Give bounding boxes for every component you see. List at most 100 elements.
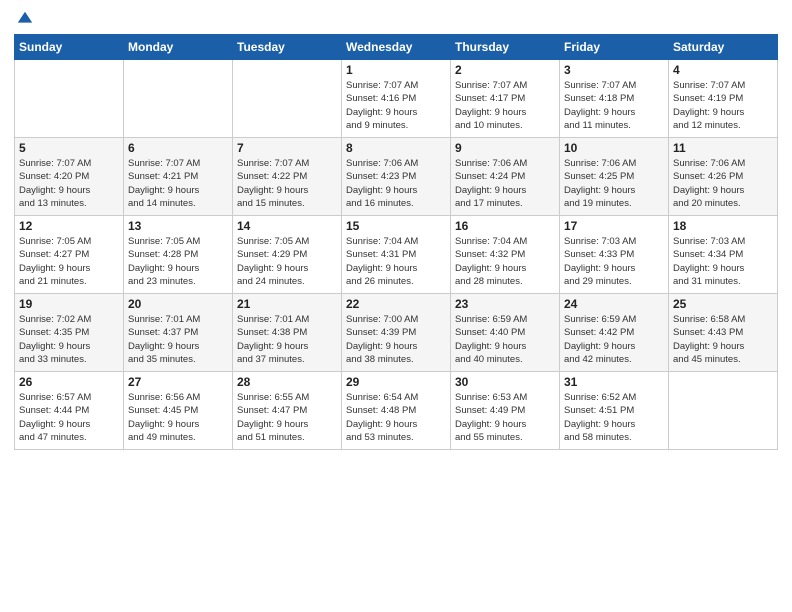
day-number: 17 (564, 219, 664, 233)
day-number: 18 (673, 219, 773, 233)
day-info: Sunrise: 7:02 AM Sunset: 4:35 PM Dayligh… (19, 313, 119, 366)
calendar-cell: 16 Sunrise: 7:04 AM Sunset: 4:32 PM Dayli… (451, 216, 560, 294)
calendar-cell: 30Sunrise: 6:53 AM Sunset: 4:49 PM Dayli… (451, 372, 560, 450)
day-info: Sunrise: 7:05 AM Sunset: 4:29 PM Dayligh… (237, 235, 337, 288)
day-info: Sunrise: 6:55 AM Sunset: 4:47 PM Dayligh… (237, 391, 337, 444)
day-number: 13 (128, 219, 228, 233)
day-info: Sunrise: 7:04 AM Sunset: 4:31 PM Dayligh… (346, 235, 446, 288)
day-info: Sunrise: 6:57 AM Sunset: 4:44 PM Dayligh… (19, 391, 119, 444)
day-number: 7 (237, 141, 337, 155)
day-info: Sunrise: 7:01 AM Sunset: 4:37 PM Dayligh… (128, 313, 228, 366)
calendar-cell: 19 Sunrise: 7:02 AM Sunset: 4:35 PM Dayli… (15, 294, 124, 372)
day-info: Sunrise: 6:58 AM Sunset: 4:43 PM Dayligh… (673, 313, 773, 366)
day-info: Sunrise: 7:07 AM Sunset: 4:20 PM Dayligh… (19, 157, 119, 210)
day-number: 21 (237, 297, 337, 311)
day-number: 9 (455, 141, 555, 155)
day-header-wednesday: Wednesday (342, 35, 451, 60)
day-number: 16 (455, 219, 555, 233)
calendar-cell: 8 Sunrise: 7:06 AM Sunset: 4:23 PM Daylig… (342, 138, 451, 216)
calendar-cell: 27Sunrise: 6:56 AM Sunset: 4:45 PM Dayli… (124, 372, 233, 450)
day-number: 31 (564, 375, 664, 389)
day-info: Sunrise: 6:56 AM Sunset: 4:45 PM Dayligh… (128, 391, 228, 444)
day-info: Sunrise: 7:06 AM Sunset: 4:25 PM Dayligh… (564, 157, 664, 210)
calendar-cell: 23Sunrise: 6:59 AM Sunset: 4:40 PM Dayli… (451, 294, 560, 372)
calendar-cell: 26 Sunrise: 6:57 AM Sunset: 4:44 PM Dayli… (15, 372, 124, 450)
calendar-cell: 29Sunrise: 6:54 AM Sunset: 4:48 PM Dayli… (342, 372, 451, 450)
day-info: Sunrise: 6:59 AM Sunset: 4:42 PM Dayligh… (564, 313, 664, 366)
day-info: Sunrise: 7:05 AM Sunset: 4:27 PM Dayligh… (19, 235, 119, 288)
day-number: 26 (19, 375, 119, 389)
day-info: Sunrise: 6:59 AM Sunset: 4:40 PM Dayligh… (455, 313, 555, 366)
day-info: Sunrise: 7:05 AM Sunset: 4:28 PM Dayligh… (128, 235, 228, 288)
calendar-week-3: 12 Sunrise: 7:05 AM Sunset: 4:27 PM Dayli… (15, 216, 778, 294)
header (14, 10, 778, 28)
logo (14, 10, 34, 28)
calendar-container: SundayMondayTuesdayWednesdayThursdayFrid… (0, 0, 792, 612)
calendar-cell: 18Sunrise: 7:03 AM Sunset: 4:34 PM Dayli… (669, 216, 778, 294)
calendar-cell: 6 Sunrise: 7:07 AM Sunset: 4:21 PM Daylig… (124, 138, 233, 216)
day-number: 15 (346, 219, 446, 233)
day-info: Sunrise: 7:03 AM Sunset: 4:33 PM Dayligh… (564, 235, 664, 288)
calendar-cell: 5 Sunrise: 7:07 AM Sunset: 4:20 PM Daylig… (15, 138, 124, 216)
calendar-cell: 4Sunrise: 7:07 AM Sunset: 4:19 PM Daylig… (669, 60, 778, 138)
calendar-cell: 22 Sunrise: 7:00 AM Sunset: 4:39 PM Dayli… (342, 294, 451, 372)
day-number: 29 (346, 375, 446, 389)
day-header-tuesday: Tuesday (233, 35, 342, 60)
calendar-week-1: 1 Sunrise: 7:07 AM Sunset: 4:16 PM Daylig… (15, 60, 778, 138)
day-number: 20 (128, 297, 228, 311)
day-header-thursday: Thursday (451, 35, 560, 60)
calendar-cell: 21 Sunrise: 7:01 AM Sunset: 4:38 PM Dayli… (233, 294, 342, 372)
day-number: 6 (128, 141, 228, 155)
calendar-cell: 13 Sunrise: 7:05 AM Sunset: 4:28 PM Dayli… (124, 216, 233, 294)
calendar-cell: 11 Sunrise: 7:06 AM Sunset: 4:26 PM Dayli… (669, 138, 778, 216)
day-number: 24 (564, 297, 664, 311)
day-info: Sunrise: 7:07 AM Sunset: 4:22 PM Dayligh… (237, 157, 337, 210)
day-info: Sunrise: 7:07 AM Sunset: 4:16 PM Dayligh… (346, 79, 446, 132)
calendar-week-5: 26 Sunrise: 6:57 AM Sunset: 4:44 PM Dayli… (15, 372, 778, 450)
day-info: Sunrise: 7:01 AM Sunset: 4:38 PM Dayligh… (237, 313, 337, 366)
calendar-cell: 31 Sunrise: 6:52 AM Sunset: 4:51 PM Dayli… (560, 372, 669, 450)
day-number: 8 (346, 141, 446, 155)
calendar-cell: 10 Sunrise: 7:06 AM Sunset: 4:25 PM Dayli… (560, 138, 669, 216)
logo-icon (16, 10, 34, 28)
day-number: 10 (564, 141, 664, 155)
calendar-cell (124, 60, 233, 138)
day-info: Sunrise: 7:07 AM Sunset: 4:21 PM Dayligh… (128, 157, 228, 210)
calendar-table: SundayMondayTuesdayWednesdayThursdayFrid… (14, 34, 778, 450)
calendar-week-2: 5 Sunrise: 7:07 AM Sunset: 4:20 PM Daylig… (15, 138, 778, 216)
calendar-cell: 15 Sunrise: 7:04 AM Sunset: 4:31 PM Dayli… (342, 216, 451, 294)
calendar-cell (233, 60, 342, 138)
day-number: 19 (19, 297, 119, 311)
day-header-saturday: Saturday (669, 35, 778, 60)
day-number: 5 (19, 141, 119, 155)
calendar-cell: 20 Sunrise: 7:01 AM Sunset: 4:37 PM Dayli… (124, 294, 233, 372)
day-info: Sunrise: 7:04 AM Sunset: 4:32 PM Dayligh… (455, 235, 555, 288)
day-header-sunday: Sunday (15, 35, 124, 60)
calendar-cell (15, 60, 124, 138)
calendar-cell (669, 372, 778, 450)
day-number: 1 (346, 63, 446, 77)
day-info: Sunrise: 6:52 AM Sunset: 4:51 PM Dayligh… (564, 391, 664, 444)
day-header-monday: Monday (124, 35, 233, 60)
day-number: 30 (455, 375, 555, 389)
day-info: Sunrise: 7:06 AM Sunset: 4:24 PM Dayligh… (455, 157, 555, 210)
calendar-cell: 2Sunrise: 7:07 AM Sunset: 4:17 PM Daylig… (451, 60, 560, 138)
calendar-cell: 9 Sunrise: 7:06 AM Sunset: 4:24 PM Daylig… (451, 138, 560, 216)
calendar-cell: 1 Sunrise: 7:07 AM Sunset: 4:16 PM Daylig… (342, 60, 451, 138)
day-number: 22 (346, 297, 446, 311)
day-info: Sunrise: 7:07 AM Sunset: 4:18 PM Dayligh… (564, 79, 664, 132)
calendar-cell: 14 Sunrise: 7:05 AM Sunset: 4:29 PM Dayli… (233, 216, 342, 294)
day-info: Sunrise: 7:00 AM Sunset: 4:39 PM Dayligh… (346, 313, 446, 366)
calendar-week-4: 19 Sunrise: 7:02 AM Sunset: 4:35 PM Dayli… (15, 294, 778, 372)
day-info: Sunrise: 7:06 AM Sunset: 4:26 PM Dayligh… (673, 157, 773, 210)
day-number: 4 (673, 63, 773, 77)
day-number: 12 (19, 219, 119, 233)
day-number: 25 (673, 297, 773, 311)
day-info: Sunrise: 7:06 AM Sunset: 4:23 PM Dayligh… (346, 157, 446, 210)
calendar-header-row: SundayMondayTuesdayWednesdayThursdayFrid… (15, 35, 778, 60)
day-number: 11 (673, 141, 773, 155)
day-number: 14 (237, 219, 337, 233)
day-number: 2 (455, 63, 555, 77)
calendar-cell: 7 Sunrise: 7:07 AM Sunset: 4:22 PM Daylig… (233, 138, 342, 216)
day-number: 28 (237, 375, 337, 389)
